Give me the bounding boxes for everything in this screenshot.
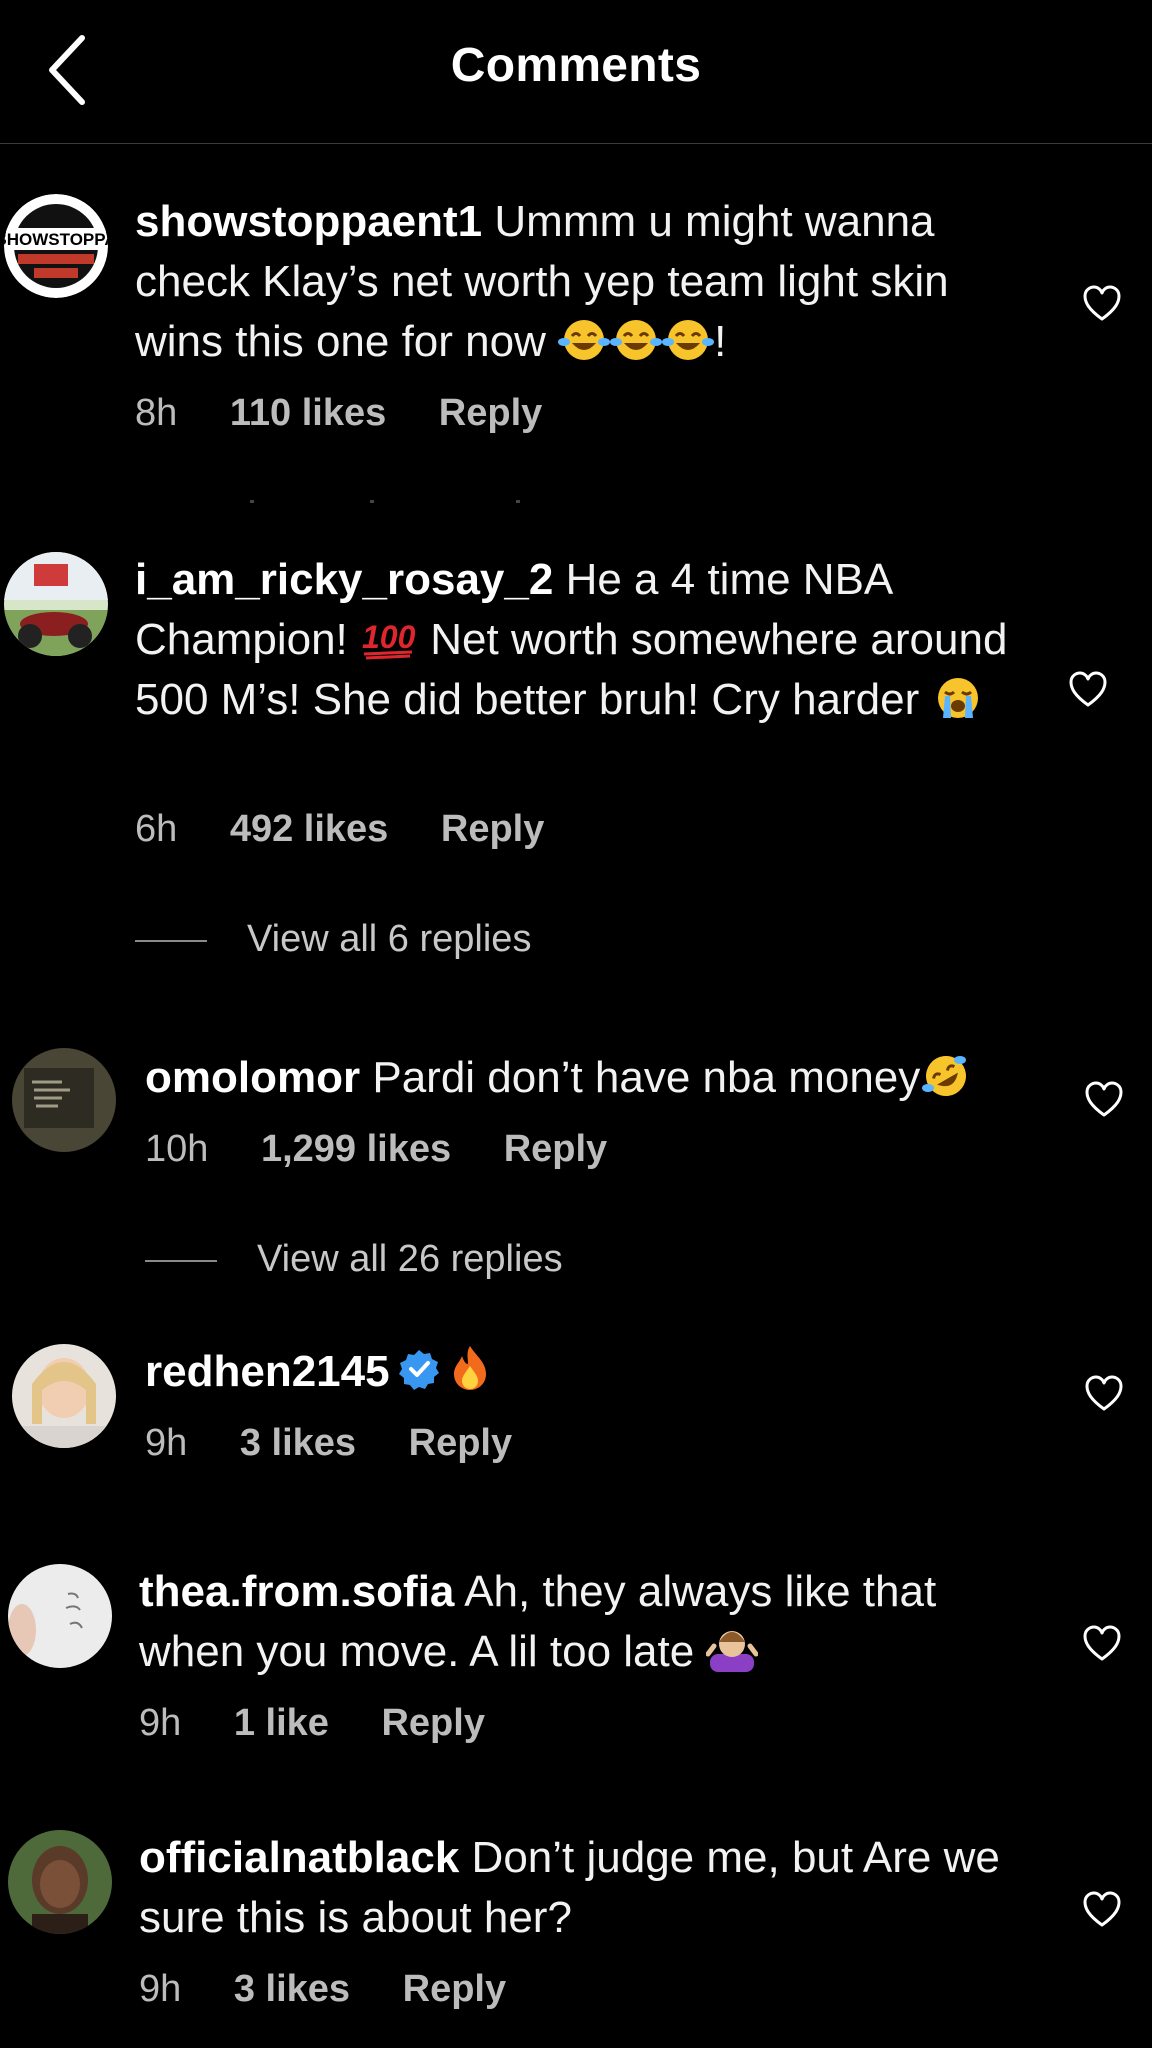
comment-text: officialnatblack Don’t judge me, but Are…	[139, 1828, 1039, 1948]
verified-badge-icon	[398, 1350, 439, 1390]
divider	[250, 500, 520, 503]
view-replies-label: View all 6 replies	[247, 918, 532, 960]
username[interactable]: redhen2145	[145, 1347, 390, 1396]
username[interactable]: officialnatblack	[139, 1833, 459, 1882]
face-with-tears-of-joy-icon	[610, 320, 663, 360]
comment-meta: 6h 492 likes Reply	[135, 808, 586, 851]
reply-button[interactable]: Reply	[403, 1968, 506, 2010]
rolling-on-floor-laughing-icon	[922, 1056, 967, 1096]
page-title: Comments	[450, 39, 702, 92]
likes-count[interactable]: 1,299 likes	[261, 1128, 451, 1170]
avatar[interactable]	[12, 1048, 116, 1152]
reply-button[interactable]: Reply	[409, 1422, 512, 1464]
avatar[interactable]: SHOWSTOPPA	[4, 194, 108, 298]
avatar[interactable]	[4, 552, 108, 656]
avatar[interactable]	[8, 1830, 112, 1934]
loudly-crying-face-icon	[937, 678, 978, 718]
comment-text: redhen2145	[145, 1342, 1045, 1402]
timestamp: 6h	[135, 808, 178, 850]
comment-meta: 9h 1 like Reply	[139, 1702, 527, 1745]
reply-button[interactable]: Reply	[439, 392, 542, 434]
view-replies-button[interactable]: View all 26 replies	[145, 1238, 563, 1281]
avatar[interactable]	[8, 1564, 112, 1668]
likes-count[interactable]: 3 likes	[240, 1422, 356, 1464]
person-shrugging-icon	[706, 1631, 759, 1672]
heart-icon[interactable]	[1082, 284, 1122, 324]
username[interactable]: thea.from.sofia	[139, 1567, 454, 1616]
comment-text: showstoppaent1 Ummm u might wanna check …	[135, 192, 1035, 372]
username[interactable]: showstoppaent1	[135, 197, 482, 246]
heart-icon[interactable]	[1082, 1624, 1122, 1664]
avatar-logo-text: SHOWSTOPPA	[4, 230, 108, 249]
header: Comments	[0, 0, 1152, 144]
comment-meta: 8h 110 likes Reply	[135, 392, 584, 435]
likes-count[interactable]: 492 likes	[230, 808, 388, 850]
reply-button[interactable]: Reply	[441, 808, 544, 850]
face-with-tears-of-joy-icon	[558, 320, 611, 360]
hundred-points-icon: 100	[362, 619, 416, 660]
timestamp: 9h	[145, 1422, 188, 1464]
username[interactable]: omolomor	[145, 1053, 360, 1102]
comment-meta: 9h 3 likes Reply	[145, 1422, 554, 1465]
username[interactable]: i_am_ricky_rosay_2	[135, 555, 553, 604]
comment-meta: 10h 1,299 likes Reply	[145, 1128, 649, 1171]
view-replies-label: View all 26 replies	[257, 1238, 563, 1280]
svg-text:100: 100	[362, 619, 416, 655]
heart-icon[interactable]	[1068, 670, 1108, 710]
face-with-tears-of-joy-icon	[662, 320, 715, 360]
timestamp: 9h	[139, 1968, 182, 2010]
comment-text: i_am_ricky_rosay_2 He a 4 time NBA Champ…	[135, 550, 1035, 730]
replies-line	[135, 939, 207, 942]
likes-count[interactable]: 3 likes	[234, 1968, 350, 2010]
reply-button[interactable]: Reply	[381, 1702, 484, 1744]
comment-text: omolomor Pardi don’t have nba money	[145, 1048, 1045, 1108]
view-replies-button[interactable]: View all 6 replies	[135, 918, 531, 961]
heart-icon[interactable]	[1084, 1080, 1124, 1120]
fire-icon	[453, 1346, 486, 1390]
heart-icon[interactable]	[1082, 1890, 1122, 1930]
reply-button[interactable]: Reply	[504, 1128, 607, 1170]
likes-count[interactable]: 1 like	[234, 1702, 329, 1744]
comment-text: thea.from.sofia Ah, they always like tha…	[139, 1562, 1039, 1682]
comment-meta: 9h 3 likes Reply	[139, 1968, 548, 2011]
comment-body: Pardi don’t have nba money	[372, 1053, 921, 1102]
avatar[interactable]	[12, 1344, 116, 1448]
likes-count[interactable]: 110 likes	[230, 392, 386, 434]
heart-icon[interactable]	[1084, 1374, 1124, 1414]
timestamp: 9h	[139, 1702, 182, 1744]
timestamp: 8h	[135, 392, 178, 434]
comment-suffix: !	[714, 317, 727, 366]
timestamp: 10h	[145, 1128, 209, 1170]
replies-line	[145, 1259, 217, 1262]
